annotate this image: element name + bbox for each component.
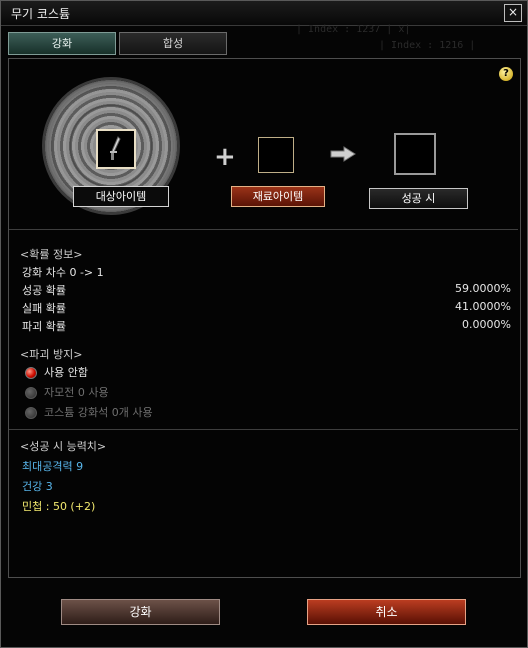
success-label: 성공 확률 (22, 284, 66, 297)
radio-jamojeon-label: 자모전 0 사용 (44, 386, 109, 399)
plus-icon: + (214, 142, 236, 172)
stats-header: <성공 시 능력치> (20, 440, 107, 453)
radio-no-protection[interactable] (25, 367, 37, 379)
enhance-button[interactable]: 강화 (61, 599, 220, 625)
target-item-label: 대상아이템 (73, 186, 169, 207)
radio-no-protection-label: 사용 안함 (44, 366, 88, 379)
stat-max-attack: 최대공격력 9 (22, 460, 84, 473)
destroy-label: 파괴 확률 (22, 320, 66, 333)
radio-jamojeon[interactable] (25, 387, 37, 399)
tab-combine[interactable]: 합성 (119, 32, 227, 55)
title-bar: 무기 코스튬 × (1, 1, 527, 26)
result-item-slot (394, 133, 436, 175)
material-item-button[interactable]: 재료아이템 (231, 186, 325, 207)
result-label: 성공 시 (369, 188, 468, 209)
arrow-right-icon (330, 146, 356, 162)
enhance-stage: 강화 차수 0 -> 1 (22, 266, 104, 279)
failure-value: 41.0000% (455, 300, 511, 313)
destroy-value: 0.0000% (462, 318, 511, 331)
protection-header: <파괴 방지> (20, 348, 83, 361)
debug-text-2: | Index : 1216 | (379, 40, 476, 51)
probability-header: <확률 정보> (20, 248, 83, 261)
tab-enhance[interactable]: 강화 (8, 32, 116, 55)
sword-icon (110, 136, 121, 160)
stat-agility: 민첩 : 50 (+2) (22, 500, 96, 513)
close-icon[interactable]: × (504, 4, 522, 22)
help-icon[interactable]: ? (499, 67, 513, 81)
divider-bottom (9, 429, 518, 430)
divider-top (9, 229, 518, 230)
stat-health: 건강 3 (22, 480, 53, 493)
radio-costume-stone[interactable] (25, 407, 37, 419)
debug-text-1: | Index : 1237 | x| (296, 24, 411, 35)
success-value: 59.0000% (455, 282, 511, 295)
failure-label: 실패 확률 (22, 302, 66, 315)
cancel-button[interactable]: 취소 (307, 599, 466, 625)
material-item-slot[interactable] (258, 137, 294, 173)
radio-costume-stone-label: 코스튬 강화석 0개 사용 (44, 406, 153, 419)
window-title: 무기 코스튬 (11, 7, 71, 21)
